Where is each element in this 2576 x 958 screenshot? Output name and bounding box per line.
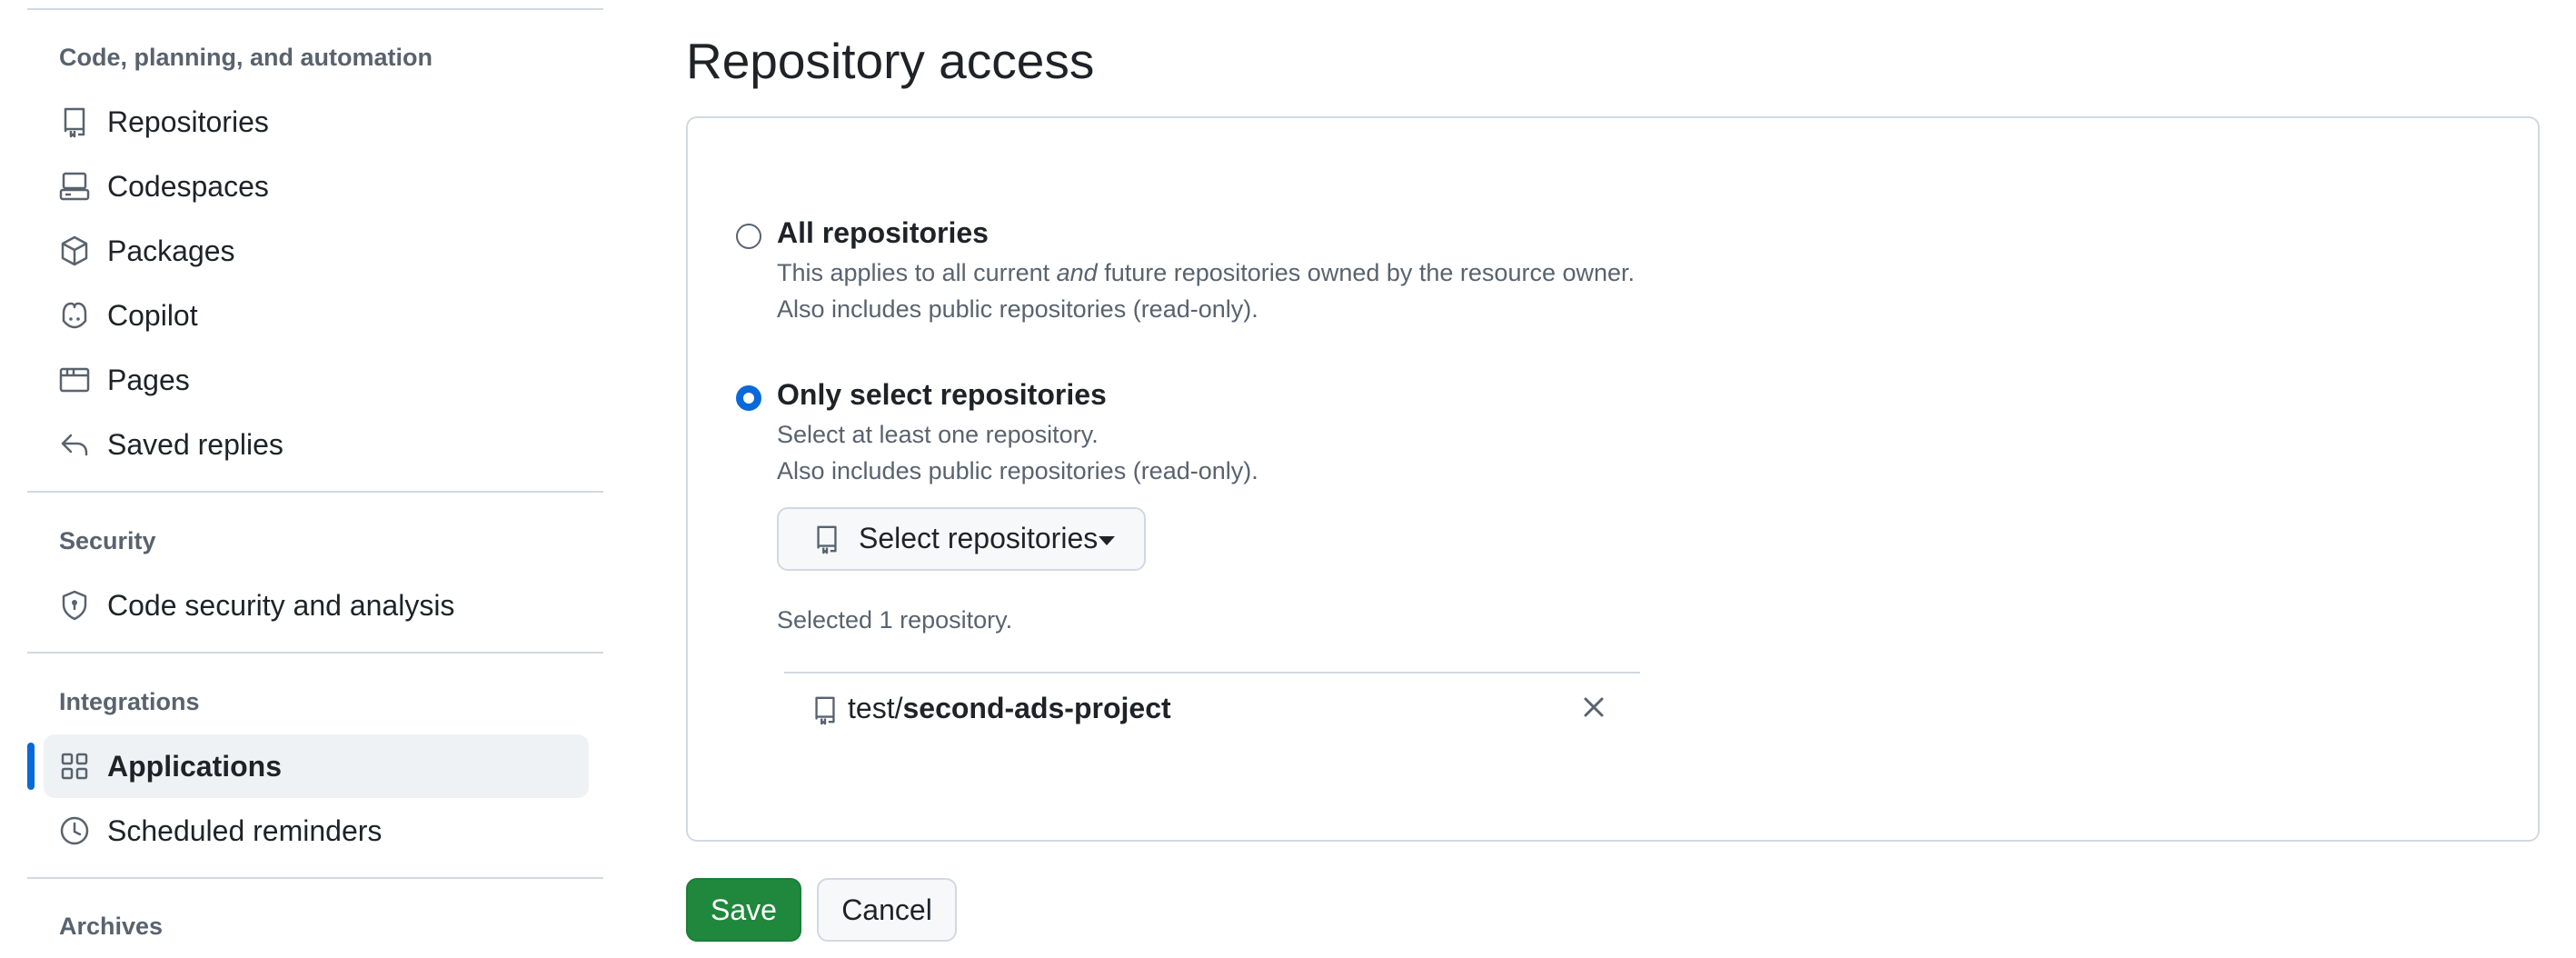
section-title-security: Security xyxy=(59,527,156,554)
sidebar-item-repositories[interactable]: Repositories xyxy=(44,90,589,154)
sidebar-item-packages[interactable]: Packages xyxy=(44,219,589,283)
shield-lock-icon xyxy=(58,589,91,622)
all-repositories-desc-public: Also includes public repositories (read-… xyxy=(777,295,1258,323)
repo-icon xyxy=(811,524,842,554)
sidebar-item-pages[interactable]: Pages xyxy=(44,348,589,412)
sidebar-item-label: Codespaces xyxy=(107,169,269,203)
repo-icon xyxy=(810,694,840,726)
only-select-repositories-radio[interactable] xyxy=(736,385,761,411)
only-select-repositories-label[interactable]: Only select repositories xyxy=(777,378,1107,412)
select-repositories-label: Select repositories xyxy=(859,522,1099,554)
cancel-button[interactable]: Cancel xyxy=(817,878,957,942)
sidebar-divider xyxy=(27,652,603,654)
repo-icon xyxy=(58,105,91,138)
copilot-icon xyxy=(58,299,91,332)
sidebar-item-label: Scheduled reminders xyxy=(107,813,383,847)
sidebar-item-saved-replies[interactable]: Saved replies xyxy=(44,413,589,476)
sidebar-divider xyxy=(27,877,603,879)
sidebar-item-label: Pages xyxy=(107,363,190,396)
active-indicator xyxy=(27,743,35,790)
reply-icon xyxy=(58,428,91,461)
all-repositories-label[interactable]: All repositories xyxy=(777,216,989,250)
repository-access-box: All repositories This applies to all cur… xyxy=(686,116,2540,842)
sidebar-item-label: Packages xyxy=(107,234,235,267)
all-repositories-desc: This applies to all current and future r… xyxy=(777,259,1636,286)
only-select-repositories-desc-public: Also includes public repositories (read-… xyxy=(777,457,1258,484)
sidebar-divider xyxy=(27,491,603,493)
sidebar-divider xyxy=(27,8,603,10)
remove-repo-icon[interactable] xyxy=(1580,694,1607,721)
save-button[interactable]: Save xyxy=(686,878,801,942)
section-title-archives: Archives xyxy=(59,913,164,940)
sidebar-item-copilot[interactable]: Copilot xyxy=(44,284,589,347)
sidebar-item-label: Code security and analysis xyxy=(107,588,455,622)
page-title: Repository access xyxy=(686,33,1095,89)
sidebar-item-scheduled-reminders[interactable]: Scheduled reminders xyxy=(44,799,589,863)
caret-down-icon xyxy=(1099,536,1115,545)
sidebar-item-label: Applications xyxy=(107,749,283,783)
sidebar-item-label: Copilot xyxy=(107,298,198,332)
sidebar-item-applications[interactable]: Applications xyxy=(44,734,589,798)
package-icon xyxy=(58,235,91,267)
browser-icon xyxy=(58,364,91,396)
repo-name: test/second-ads-project xyxy=(848,692,1171,724)
selected-repo-row: test/second-ads-project xyxy=(784,672,1640,746)
sidebar-item-label: Saved replies xyxy=(107,427,283,461)
main-content: Repository access All repositories This … xyxy=(686,0,2576,958)
settings-sidebar: Code, planning, and automation Repositor… xyxy=(0,0,618,958)
all-repositories-radio[interactable] xyxy=(736,224,761,249)
selected-count: Selected 1 repository. xyxy=(777,606,1013,634)
codespaces-icon xyxy=(58,170,91,203)
apps-icon xyxy=(58,750,91,783)
select-repositories-button[interactable]: Select repositories xyxy=(777,507,1146,571)
sidebar-item-label: Repositories xyxy=(107,105,269,138)
section-title-code-planning: Code, planning, and automation xyxy=(59,44,433,71)
sidebar-item-codespaces[interactable]: Codespaces xyxy=(44,155,589,218)
only-select-repositories-desc: Select at least one repository. xyxy=(777,421,1099,448)
clock-icon xyxy=(58,814,91,847)
section-title-integrations: Integrations xyxy=(59,688,200,715)
sidebar-item-code-security[interactable]: Code security and analysis xyxy=(44,574,589,637)
